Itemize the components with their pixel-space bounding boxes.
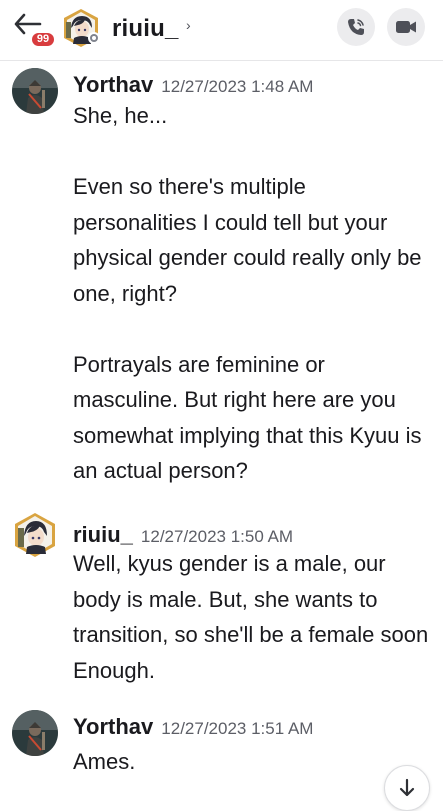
author-name[interactable]: Yorthav	[73, 72, 153, 97]
phone-icon	[348, 19, 364, 35]
message-text: She, he... Even so there's multiple pers…	[73, 103, 422, 483]
arrow-down-icon	[399, 778, 415, 797]
message-header: riuiu_ 12/27/2023 1:50 AM	[73, 522, 293, 548]
message-header: Yorthav 12/27/2023 1:48 AM	[73, 72, 313, 98]
jump-to-latest-button[interactable]	[384, 765, 430, 811]
author-name[interactable]: riuiu_	[73, 522, 133, 547]
unread-badge: 99	[30, 31, 56, 48]
message-timestamp: 12/27/2023 1:50 AM	[140, 527, 294, 546]
author-avatar[interactable]	[12, 68, 58, 114]
voice-call-button[interactable]	[337, 8, 375, 46]
author-avatar[interactable]	[12, 512, 58, 558]
video-call-button[interactable]	[387, 8, 425, 46]
message-timestamp: 12/27/2023 1:48 AM	[161, 77, 314, 96]
status-offline-indicator	[88, 32, 100, 44]
chevron-right-icon[interactable]: ›	[186, 17, 191, 33]
message-text: Well, kyus gender is a male, our body is…	[73, 551, 435, 683]
message-text: Ames.	[73, 749, 136, 774]
channel-title[interactable]: riuiu_	[112, 15, 179, 43]
channel-header: 99 riuiu_ ›	[0, 0, 443, 61]
author-name[interactable]: Yorthav	[73, 714, 153, 739]
message-timestamp: 12/27/2023 1:51 AM	[161, 719, 314, 738]
author-avatar[interactable]	[12, 710, 58, 756]
video-camera-icon	[396, 21, 416, 33]
message-header: Yorthav 12/27/2023 1:51 AM	[73, 714, 313, 740]
